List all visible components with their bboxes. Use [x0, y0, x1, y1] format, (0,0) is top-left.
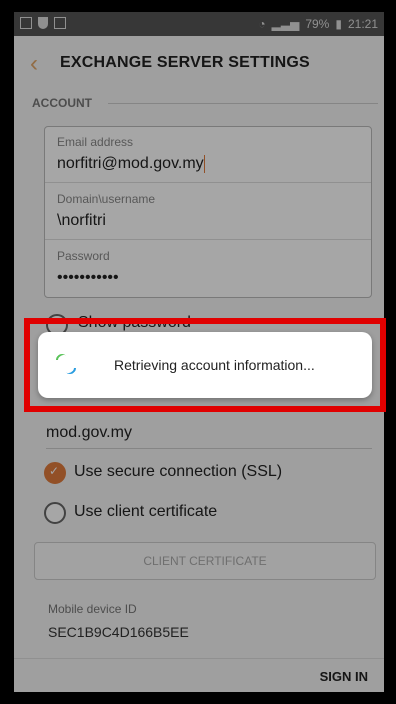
device-frame: ◔ ▂▃▅ 79% ▮ 21:21 ‹ EXCHANGE SERVER SETT…: [0, 0, 396, 704]
progress-message: Retrieving account information...: [114, 357, 315, 373]
loading-spinner-icon: [53, 351, 79, 377]
progress-dialog: Retrieving account information...: [38, 332, 372, 398]
